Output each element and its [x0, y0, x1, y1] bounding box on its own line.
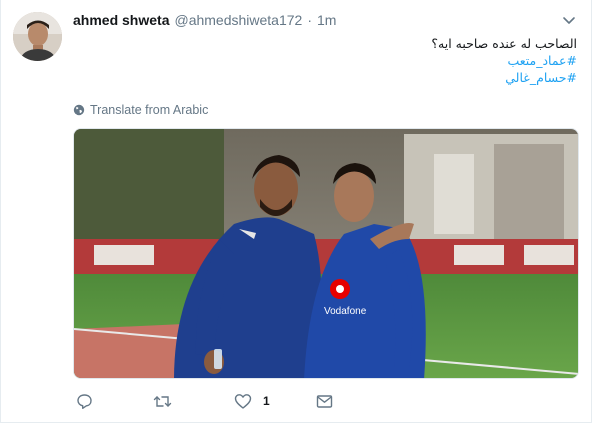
like-count: 1 — [263, 394, 270, 408]
translate-label: Translate from Arabic — [90, 103, 209, 117]
avatar[interactable] — [13, 12, 62, 61]
tweet-timestamp[interactable]: 1m — [317, 12, 336, 28]
globe-icon — [73, 104, 85, 116]
retweet-icon — [153, 395, 172, 407]
author-name[interactable]: ahmed shweta — [73, 12, 169, 28]
direct-message-button[interactable] — [316, 390, 333, 412]
chevron-down-icon[interactable] — [562, 14, 576, 26]
like-button[interactable]: 1 — [234, 390, 270, 412]
tweet-text: الصاحب له عنده صاحبه ايه؟ #عماد_متعب #حس… — [197, 35, 577, 86]
tweet-header: ahmed shweta @ahmedshiweta172 · 1m — [73, 12, 336, 32]
hashtag-link[interactable]: #عماد_متعب — [197, 52, 577, 69]
separator-dot: · — [307, 12, 313, 28]
author-handle[interactable]: @ahmedshiweta172 — [174, 12, 302, 28]
tweet-photo[interactable]: Vodafone — [73, 128, 579, 379]
retweet-button[interactable] — [153, 390, 172, 412]
reply-icon — [77, 393, 92, 409]
tweet-actions: 1 — [73, 390, 573, 414]
reply-button[interactable] — [76, 390, 93, 412]
heart-icon — [234, 393, 252, 409]
jersey-sponsor-text: Vodafone — [324, 306, 367, 317]
hashtag-link[interactable]: #حسام_غالي — [197, 69, 577, 86]
tweet-text-line: الصاحب له عنده صاحبه ايه؟ — [431, 36, 577, 51]
translate-link[interactable]: Translate from Arabic — [73, 102, 208, 118]
envelope-icon — [316, 394, 333, 408]
